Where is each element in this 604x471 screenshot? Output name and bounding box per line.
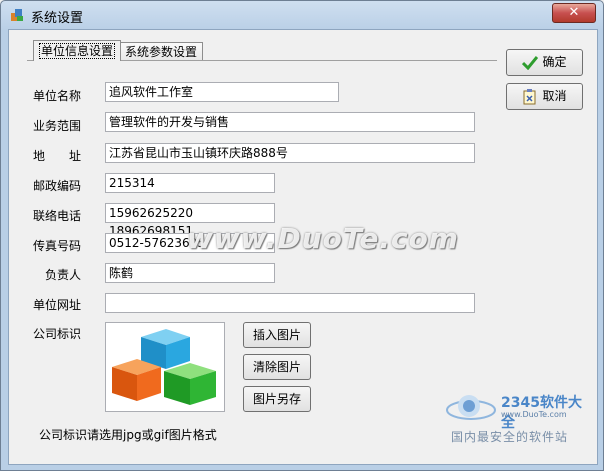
website-label: 单位网址	[33, 298, 82, 312]
duote-watermark: www.DuoTe.com	[187, 222, 459, 255]
manager-field[interactable]: 陈鹤	[105, 263, 275, 283]
close-button[interactable]: ✕	[552, 3, 596, 23]
cancel-button-label: 取消	[542, 89, 567, 103]
postcode-field[interactable]: 215314	[105, 173, 275, 193]
checkmark-icon	[522, 55, 539, 70]
tab-unit-info[interactable]: 单位信息设置	[33, 40, 122, 61]
business-field[interactable]: 管理软件的开发与销售	[105, 112, 475, 132]
tab-system-params[interactable]: 系统参数设置	[119, 42, 204, 61]
phone-field[interactable]: 15962625220 18962698151	[105, 203, 275, 238]
address-field[interactable]: 江苏省昆山市玉山镇环庆路888号	[105, 143, 475, 163]
corner-brand-watermark: 2345软件大全 www.DuoTe.com 国内最安全的软件站	[443, 388, 593, 446]
unit-name-field[interactable]: 追风软件工作室	[105, 82, 339, 102]
ok-button-label: 确定	[542, 55, 567, 69]
business-label: 业务范围	[33, 119, 82, 133]
save-image-button[interactable]: 图片另存	[243, 386, 311, 412]
tab-unit-info-label: 单位信息设置	[39, 43, 116, 59]
fax-label: 传真号码	[33, 239, 82, 253]
globe-logo-icon	[446, 395, 496, 420]
dialog-body: 单位信息设置 系统参数设置 单位名称 追风软件工作室 业务范围 管理软件的开发与…	[8, 29, 598, 465]
company-logo-image	[112, 329, 216, 405]
logo-label: 公司标识	[33, 327, 82, 341]
address-label: 地 址	[33, 149, 82, 163]
ok-button[interactable]: 确定	[506, 49, 583, 76]
cancel-document-icon	[523, 88, 536, 104]
tab-system-params-label: 系统参数设置	[125, 45, 198, 59]
settings-window: 系统设置 ✕ 单位信息设置 系统参数设置 单位名称 追风软件工作室 业务范围 管…	[0, 0, 604, 471]
logo-format-hint: 公司标识请选用jpg或gif图片格式	[39, 428, 217, 442]
phone-label: 联络电话	[33, 209, 82, 223]
unit-name-label: 单位名称	[33, 89, 82, 103]
website-field[interactable]	[105, 293, 475, 313]
cancel-button[interactable]: 取消	[506, 83, 583, 110]
corner-brand-slogan: 国内最安全的软件站	[451, 430, 569, 444]
corner-brand-url: www.DuoTe.com	[501, 410, 567, 419]
manager-label: 负责人	[45, 268, 82, 282]
postcode-label: 邮政编码	[33, 179, 82, 193]
company-logo-box	[105, 322, 225, 412]
clear-image-button[interactable]: 清除图片	[243, 354, 311, 380]
title-bar: 系统设置 ✕	[1, 1, 603, 29]
app-icon	[11, 9, 23, 21]
window-title: 系统设置	[31, 11, 84, 26]
insert-image-button[interactable]: 插入图片	[243, 322, 311, 348]
